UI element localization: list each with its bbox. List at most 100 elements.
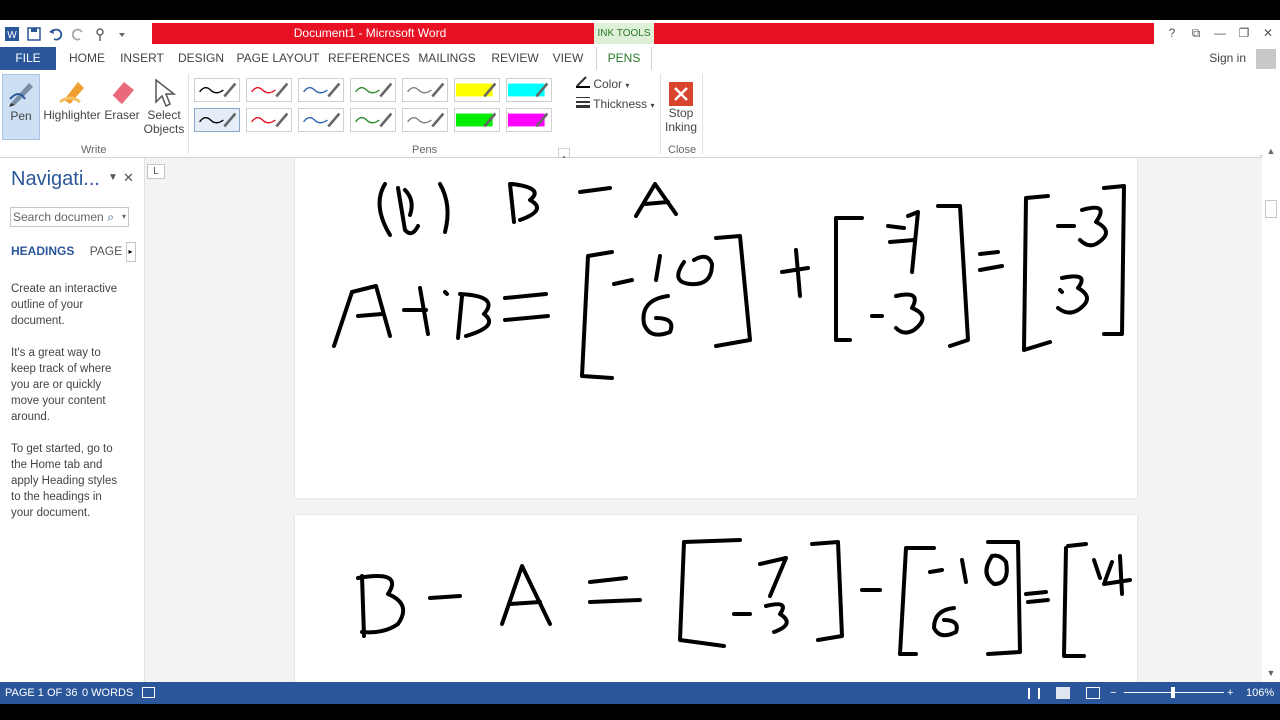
group-separator [188,74,189,154]
pen-swatch[interactable] [246,78,292,102]
chevron-down-icon[interactable]: ▾ [122,208,126,226]
select-label: Select [147,108,181,122]
document-page-1[interactable] [295,158,1137,498]
tab-home[interactable]: HOME [62,47,112,70]
pen-swatch[interactable] [402,78,448,102]
window-title: Document1 - Microsoft Word [293,26,447,40]
eraser-icon [111,82,134,104]
nav-options-chevron-icon[interactable]: ▼ [108,172,118,183]
ribbon-display-icon[interactable]: ⧉ [1184,23,1208,44]
top-letterbox [0,0,1280,20]
ruler-tab-selector[interactable]: L [147,164,165,179]
ribbon-tabs: FILE HOME INSERT DESIGN PAGE LAYOUT REFE… [0,47,1280,70]
color-dropdown[interactable]: Color ▾ [576,76,629,91]
search-placeholder: Search documen [13,210,104,224]
tab-pens[interactable]: PENS [596,47,652,70]
tab-pages[interactable]: PAGE [90,244,122,258]
tab-references[interactable]: REFERENCES [328,47,410,70]
tab-design[interactable]: DESIGN [174,47,228,70]
close-icon[interactable]: ✕ [1256,23,1280,44]
pen-swatch[interactable] [298,108,344,132]
tab-file[interactable]: FILE [0,47,56,70]
redo-icon[interactable] [70,26,86,42]
nav-help-3: To get started, go to the Home tab and a… [11,443,118,519]
vertical-scrollbar[interactable]: ▲ ▼ [1262,144,1280,682]
sign-in-link[interactable]: Sign in [1209,51,1246,65]
eraser-button[interactable]: Eraser [104,74,140,140]
page-count[interactable]: PAGE 1 OF 36 [5,682,78,704]
minimize-icon[interactable]: — [1208,23,1232,44]
pen-button[interactable]: Pen [2,74,40,140]
tab-page-layout[interactable]: PAGE LAYOUT [236,47,320,70]
zoom-out-button[interactable]: − [1110,682,1116,704]
tab-mailings[interactable]: MAILINGS [414,47,480,70]
highlighter-button[interactable]: Highlighter [42,74,102,140]
document-area[interactable] [145,158,1262,682]
tab-headings[interactable]: HEADINGS [11,244,74,258]
tab-view[interactable]: VIEW [548,47,588,70]
navigation-pane: Navigati... ▼ ✕ Search documen ⌕ ▾ HEADI… [0,158,145,682]
write-group-label: Write [81,144,107,156]
save-icon[interactable] [26,26,42,42]
proofing-icon[interactable] [142,687,155,698]
word-count[interactable]: 0 WORDS [82,682,133,704]
tab-review[interactable]: REVIEW [488,47,542,70]
zoom-level[interactable]: 106% [1246,682,1274,704]
pen-swatch[interactable] [402,108,448,132]
ink-drawing-page-1 [332,182,1126,380]
ribbon-pens: Pen Highlighter Eraser Select Objects Wr… [0,70,1280,202]
nav-close-icon[interactable]: ✕ [123,170,134,186]
document-page-2[interactable] [295,515,1137,682]
scroll-thumb[interactable] [1265,200,1277,218]
nav-help-1: Create an interactive outline of your do… [11,283,118,327]
group-separator [702,74,703,154]
pen-swatch[interactable] [298,78,344,102]
thickness-label: Thickness [593,97,648,111]
touch-mode-icon[interactable] [92,26,108,42]
scroll-up-icon[interactable]: ▲ [1262,144,1280,158]
status-bar: PAGE 1 OF 36 0 WORDS − + 106% [0,682,1280,704]
highlighter-label: Highlighter [43,108,101,122]
nav-help-2: It's a great way to keep track of where … [11,347,112,423]
avatar[interactable] [1256,49,1276,69]
print-layout-icon[interactable] [1056,687,1070,699]
stop-label: Stop [668,106,694,120]
pen-swatch[interactable] [454,78,500,102]
pen-label: Pen [10,109,32,123]
pen-swatch[interactable] [506,78,552,102]
search-icon[interactable]: ⌕ [107,208,114,226]
nav-help-text: Create an interactive outline of your do… [11,281,127,537]
pen-color-icon [576,76,590,88]
stop-inking-button[interactable]: Stop Inking [662,74,700,140]
thickness-icon [576,97,590,108]
ink-drawing-page-2 [356,538,1132,658]
pen-swatch[interactable] [246,108,292,132]
select-objects-button[interactable]: Select Objects [142,74,186,140]
pen-swatch[interactable] [506,108,552,132]
web-layout-icon[interactable] [1086,687,1100,699]
zoom-in-button[interactable]: + [1227,682,1233,704]
restore-icon[interactable]: ❐ [1232,23,1256,44]
svg-text:W: W [7,30,17,41]
group-separator [660,74,661,154]
pen-swatch[interactable] [350,78,396,102]
word-logo-icon[interactable]: W [4,26,20,42]
close-x-icon [669,82,693,106]
thickness-dropdown[interactable]: Thickness ▾ [576,96,655,111]
pen-swatch[interactable] [454,108,500,132]
pen-swatch[interactable] [194,108,240,132]
zoom-slider-thumb[interactable] [1171,687,1175,698]
nav-tabs-scroll-right-icon[interactable]: ▸ [125,242,136,262]
pen-icon [9,83,33,107]
customize-qat-icon[interactable] [114,26,130,42]
pen-swatch[interactable] [194,78,240,102]
help-icon[interactable]: ? [1160,23,1184,44]
read-mode-icon[interactable] [1028,688,1040,699]
search-document-input[interactable]: Search documen ⌕ ▾ [10,207,129,227]
undo-icon[interactable] [48,26,64,42]
tab-insert[interactable]: INSERT [118,47,166,70]
scroll-down-icon[interactable]: ▼ [1262,666,1280,680]
ink-tools-context-label: INK TOOLS [594,23,654,44]
close-group-label: Close [668,144,697,156]
pen-swatch[interactable] [350,108,396,132]
